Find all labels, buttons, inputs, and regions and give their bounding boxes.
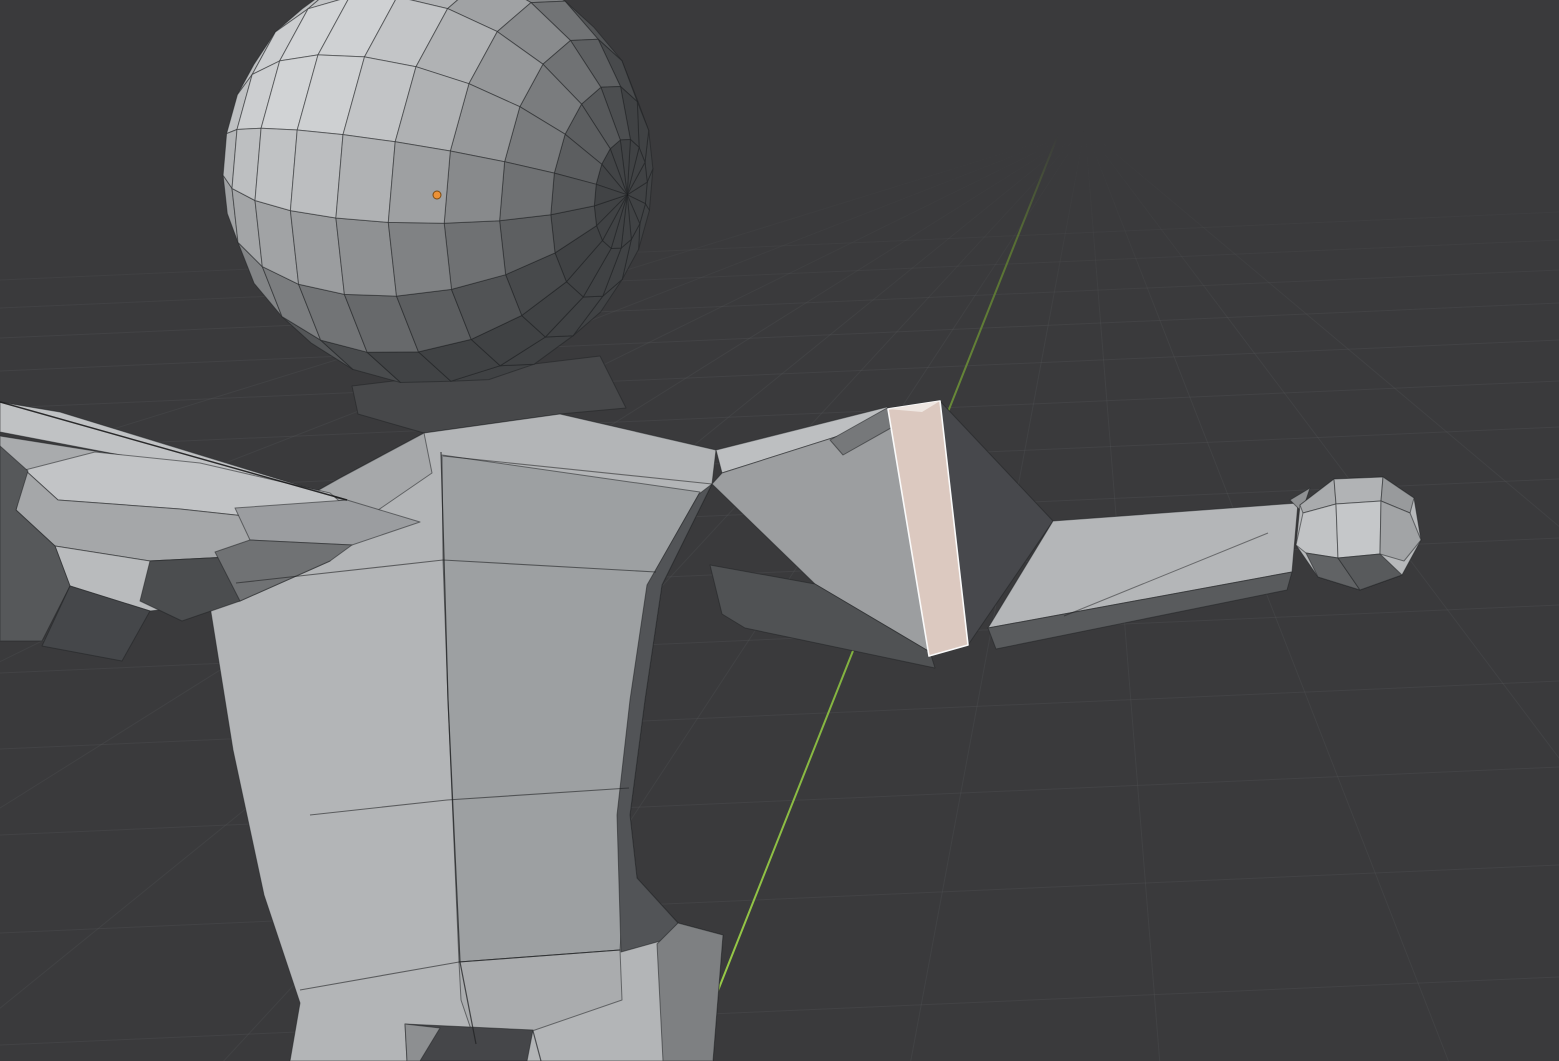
head-mesh-face [444, 151, 504, 223]
ball-top-mid [1334, 477, 1383, 504]
selected-vertex[interactable] [433, 191, 441, 199]
head-mesh-face [290, 130, 343, 218]
head-mesh-face [255, 128, 297, 210]
selected-vertex-layer [433, 191, 441, 199]
right-hip-side [657, 923, 723, 1061]
viewport-canvas[interactable] [0, 0, 1559, 1061]
viewport-3d[interactable] [0, 0, 1559, 1061]
head-mesh-face [388, 142, 450, 224]
head-mesh-face [336, 135, 395, 223]
head-mesh-face [388, 222, 451, 296]
ball-mid-mid [1336, 501, 1381, 558]
head-mesh-face [336, 218, 397, 296]
